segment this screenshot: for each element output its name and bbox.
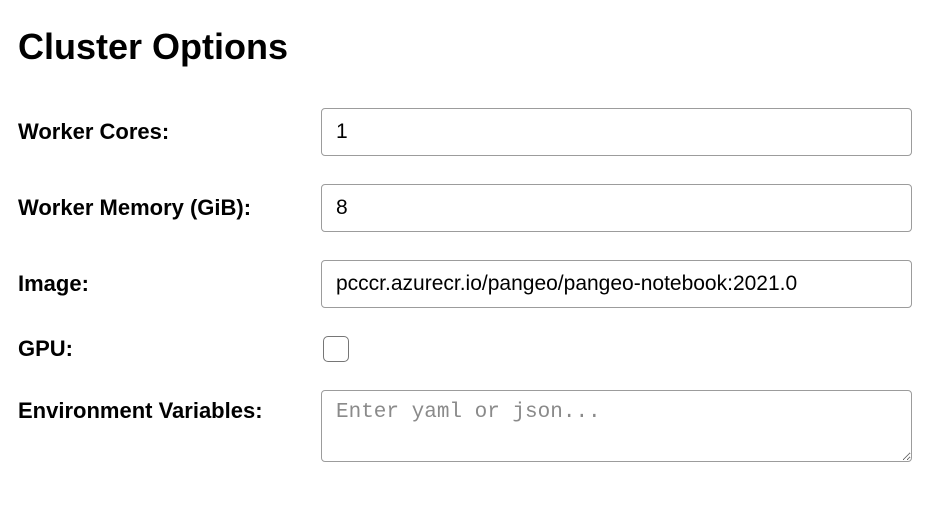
gpu-label: GPU: <box>18 336 321 362</box>
env-vars-row: Environment Variables: <box>18 390 912 462</box>
env-vars-textarea[interactable] <box>321 390 912 462</box>
worker-cores-input[interactable] <box>321 108 912 156</box>
image-input[interactable] <box>321 260 912 308</box>
worker-memory-label: Worker Memory (GiB): <box>18 195 321 221</box>
gpu-checkbox[interactable] <box>323 336 349 362</box>
worker-memory-row: Worker Memory (GiB): <box>18 184 912 232</box>
image-label: Image: <box>18 271 321 297</box>
worker-memory-input[interactable] <box>321 184 912 232</box>
gpu-row: GPU: <box>18 336 912 362</box>
worker-cores-label: Worker Cores: <box>18 119 321 145</box>
env-vars-label: Environment Variables: <box>18 390 321 424</box>
worker-cores-row: Worker Cores: <box>18 108 912 156</box>
page-title: Cluster Options <box>18 26 912 68</box>
image-row: Image: <box>18 260 912 308</box>
